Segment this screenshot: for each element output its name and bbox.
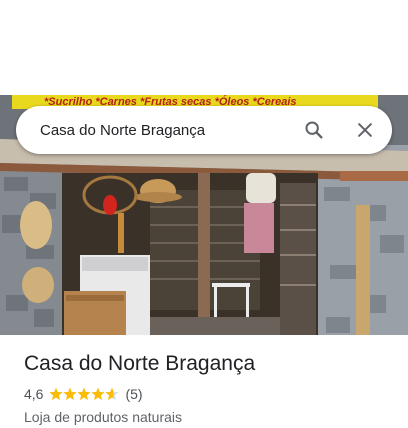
search-bar: [16, 106, 392, 154]
review-count[interactable]: (5): [125, 386, 142, 402]
rating-value: 4,6: [24, 386, 44, 402]
search-button[interactable]: [298, 114, 330, 146]
place-info: Casa do Norte Bragança 4,6 (5) Loja de p…: [24, 350, 394, 426]
place-category: Loja de produtos naturais: [24, 409, 182, 425]
star-icon: [49, 387, 63, 400]
close-icon: [358, 123, 372, 137]
star-icon: [77, 387, 91, 400]
search-input[interactable]: [40, 106, 290, 154]
place-name[interactable]: Casa do Norte Bragança: [24, 350, 394, 378]
close-button[interactable]: [349, 114, 381, 146]
search-icon: [305, 121, 323, 139]
rating-stars: [49, 387, 119, 401]
star-icon: [63, 387, 77, 400]
star-icon: [91, 387, 105, 400]
star-icon: [105, 387, 119, 400]
map-background: [0, 0, 408, 95]
rating-row[interactable]: 4,6 (5): [24, 386, 394, 402]
